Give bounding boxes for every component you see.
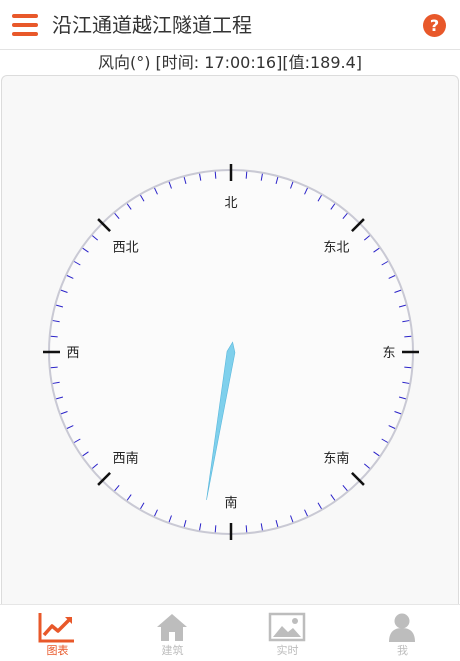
minor-tick [50,366,58,369]
minor-tick [245,525,248,533]
tab-building-label: 建筑 [161,644,184,657]
minor-tick [404,366,412,369]
hamburger-menu-icon-bar [12,23,38,27]
tab-me[interactable]: 我 [345,605,460,661]
tab-me-label: 我 [397,644,408,657]
home-icon [157,614,187,641]
user-icon [389,613,415,642]
tab-chart[interactable]: 图表 [0,605,115,661]
minor-tick [214,171,217,179]
direction-label: 北 [224,196,237,211]
tab-realtime-label: 实时 [276,644,299,657]
tab-building[interactable]: 建筑 [115,605,230,661]
wind-direction-gauge: 北东北东东南南 西南 西 西北 [43,164,419,540]
direction-label: 东 [382,346,395,361]
image-icon [268,612,306,642]
minor-tick [404,335,412,338]
minor-tick [50,335,58,338]
bottom-nav: 图表 建筑 实时 我 [0,604,460,661]
question-circle-icon[interactable]: ? [423,14,446,37]
minor-tick [214,525,217,533]
app-bar: 沿江通道越江隧道工程 ? [0,0,460,50]
hamburger-menu-icon [12,14,38,18]
minor-tick [245,171,248,179]
chart-panel: 北东北东东南南 西南 西 西北 [1,75,459,604]
hamburger-menu-icon-bar [12,32,38,36]
direction-label: 东北 [323,241,349,256]
direction-label: 西南 [113,450,139,466]
line-chart-icon [38,613,74,643]
chart-title: 风向(°) [时间: 17:00:16][值:189.4] [97,53,363,72]
app-title: 沿江通道越江隧道工程 [52,13,252,37]
tab-realtime[interactable]: 实时 [230,605,345,661]
menu-button[interactable] [12,14,38,36]
direction-label: 西北 [113,241,139,256]
direction-label: 东南 [323,450,349,466]
direction-label: 南 [224,495,237,511]
tab-chart-label: 图表 [46,644,69,657]
direction-label: 西 [66,346,79,361]
